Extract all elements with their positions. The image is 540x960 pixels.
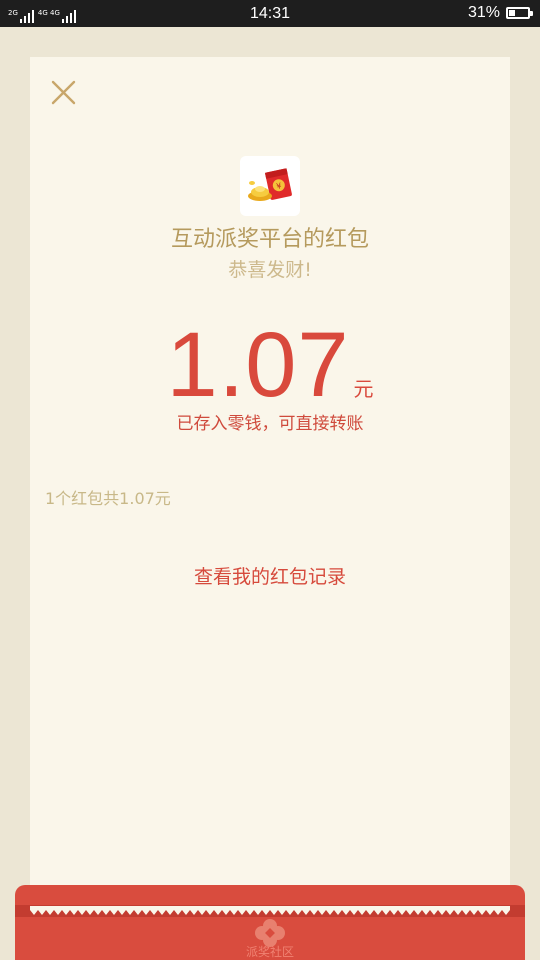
torn-edge — [30, 906, 510, 915]
sender-avatar: ¥ — [240, 156, 300, 216]
view-records-link[interactable]: 查看我的红包记录 — [30, 562, 510, 592]
close-button[interactable] — [48, 77, 80, 109]
red-packet-card: ¥ 互动派奖平台的红包 恭喜发财! 1.07 元 已存入零钱，可直接转账 1个红包… — [30, 57, 510, 912]
battery-status: 31% — [467, 3, 533, 22]
red-envelope-gold-ingot-icon: ¥ — [248, 168, 292, 201]
battery-icon — [506, 6, 533, 19]
sender-title: 互动派奖平台的红包 — [170, 227, 369, 252]
blessing-text: 恭喜发财! — [228, 259, 312, 281]
status-bar: 2G 4G 4G 14:31 31% — [0, 0, 540, 27]
clock: 14:31 — [249, 5, 291, 22]
battery-level-fill — [509, 9, 515, 16]
footer-logo-text: 派奖社区 — [245, 945, 294, 959]
stored-to-balance-note: 已存入零钱，可直接转账 — [176, 414, 364, 434]
close-icon — [51, 80, 76, 105]
amount-display: 1.07 元 — [30, 315, 510, 415]
packet-summary: 1个红包共1.07元 — [45, 489, 171, 508]
battery-percent: 31% — [467, 4, 500, 21]
amount-unit: 元 — [353, 377, 374, 401]
amount-value: 1.07 — [166, 314, 350, 416]
